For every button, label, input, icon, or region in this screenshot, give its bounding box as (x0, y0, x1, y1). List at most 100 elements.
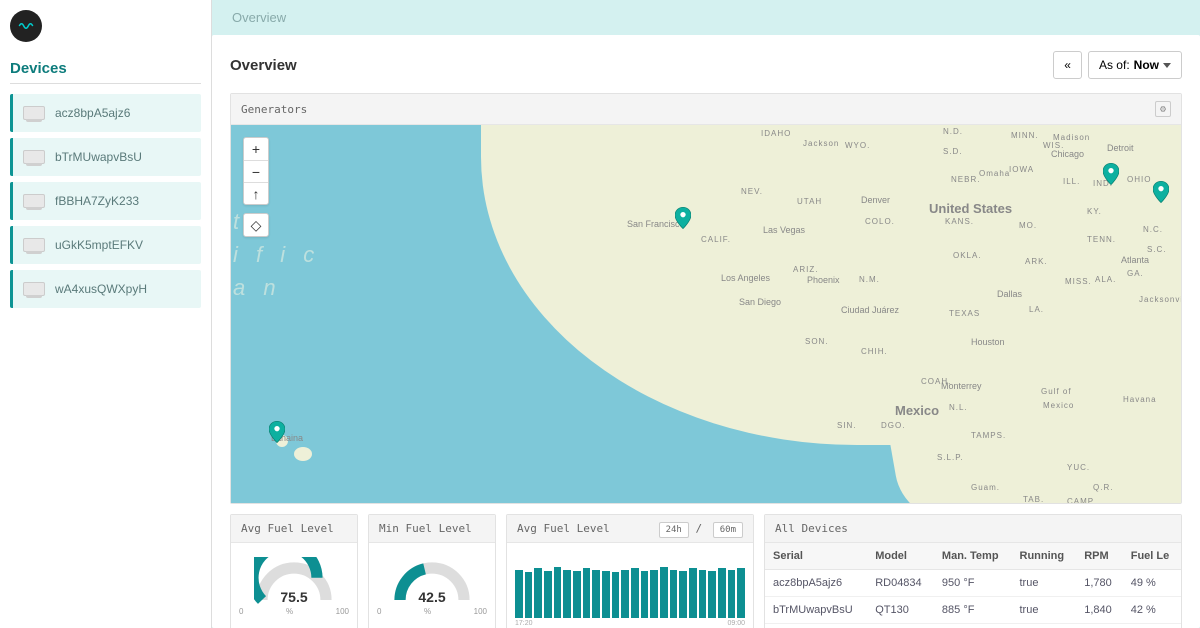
layers-button[interactable]: ◇ (243, 213, 269, 237)
range-24h-button[interactable]: 24h (659, 522, 689, 538)
breadcrumb: Overview (212, 0, 1200, 35)
bar (670, 570, 678, 618)
bar (554, 567, 562, 618)
gauge-avg-panel: Avg Fuel Level 75.5 0%100 (230, 514, 358, 628)
state-label: Havana (1123, 395, 1157, 404)
generator-icon (23, 150, 45, 164)
generator-icon (23, 238, 45, 252)
zoom-in-button[interactable]: + (244, 138, 268, 160)
state-label: KY. (1087, 207, 1102, 216)
state-label: S.D. (943, 147, 963, 156)
bar (728, 570, 736, 618)
app-logo[interactable] (10, 10, 42, 42)
state-label: COLO. (865, 217, 895, 226)
time-asof-button[interactable]: As of: Now (1088, 51, 1182, 79)
bar-chart (515, 551, 745, 618)
time-back-button[interactable]: « (1053, 51, 1082, 79)
col-header[interactable]: RPM (1076, 543, 1122, 570)
state-label: YUC. (1067, 463, 1090, 472)
state-label: SIN. (837, 421, 857, 430)
bar (573, 571, 581, 618)
sidebar-device-item[interactable]: fBBHA7ZyK233 (10, 182, 201, 220)
table-row[interactable]: bTrMUwapvBsUQT130885 °Ftrue1,84042 % (765, 597, 1181, 624)
sidebar-device-item[interactable]: acz8bpA5ajz6 (10, 94, 201, 132)
city-label: Denver (861, 195, 890, 205)
bar (544, 571, 552, 618)
device-label: uGkK5mptEFKV (55, 238, 143, 252)
bar (583, 568, 591, 618)
map-marker[interactable] (1153, 181, 1169, 203)
bar (563, 570, 571, 618)
generator-icon (23, 194, 45, 208)
bar (641, 571, 649, 618)
bar (718, 568, 726, 618)
state-label: TEXAS (949, 309, 980, 318)
city-label: Houston (971, 337, 1005, 347)
state-label: OKLA. (953, 251, 982, 260)
bar (534, 568, 542, 618)
page-title: Overview (230, 57, 297, 74)
generator-icon (23, 106, 45, 120)
sidebar-device-item[interactable]: bTrMUwapvBsU (10, 138, 201, 176)
map-marker[interactable] (1103, 163, 1119, 185)
state-label: Gulf of (1041, 387, 1072, 396)
state-label: NEV. (741, 187, 763, 196)
time-controls: « As of: Now (1053, 51, 1182, 79)
map-panel: Generators ⚙ t h i f i c a n United Stat… (230, 93, 1182, 504)
state-label: MISS. (1065, 277, 1092, 286)
sidebar-device-item[interactable]: wA4xusQWXpyH (10, 270, 201, 308)
state-label: CALIF. (701, 235, 731, 244)
country-label-mexico: Mexico (895, 403, 939, 418)
gauge-min: 42.5 (392, 557, 472, 607)
devices-table-panel: All Devices SerialModelMan. TempRunningR… (764, 514, 1182, 628)
sidebar-device-item[interactable]: uGkK5mptEFKV (10, 226, 201, 264)
col-header[interactable]: Serial (765, 543, 867, 570)
layers-icon: ◇ (244, 214, 268, 236)
state-label: GA. (1127, 269, 1144, 278)
col-header[interactable]: Man. Temp (934, 543, 1012, 570)
state-label: LA. (1029, 305, 1044, 314)
state-label: KANS. (945, 217, 974, 226)
device-label: wA4xusQWXpyH (55, 282, 147, 296)
state-label: IDAHO (761, 129, 791, 138)
col-header[interactable]: Running (1012, 543, 1077, 570)
state-label: TAMPS. (971, 431, 1006, 440)
state-label: Omaha (979, 169, 1010, 178)
main: Overview Overview « As of: Now Generator… (212, 0, 1200, 628)
state-label: OHIO (1127, 175, 1151, 184)
bar (525, 572, 533, 618)
city-label: San Diego (739, 297, 781, 307)
map[interactable]: t h i f i c a n United States Mexico San… (231, 125, 1181, 503)
table-row[interactable]: acz8bpA5ajz6RD04834950 °Ftrue1,78049 % (765, 570, 1181, 597)
bar (689, 568, 697, 618)
state-label: WIS. (1043, 141, 1064, 150)
device-label: acz8bpA5ajz6 (55, 106, 130, 120)
bar (515, 570, 523, 618)
state-label: MINN. (1011, 131, 1039, 140)
zoom-out-button[interactable]: − (244, 160, 268, 182)
state-label: Guam. (971, 483, 1000, 492)
city-label: Phoenix (807, 275, 840, 285)
state-label: MO. (1019, 221, 1037, 230)
col-header[interactable]: Model (867, 543, 934, 570)
state-label: N.D. (943, 127, 963, 136)
range-60m-button[interactable]: 60m (713, 522, 743, 538)
col-header[interactable]: Fuel Le (1123, 543, 1181, 570)
map-marker[interactable] (269, 421, 285, 443)
state-label: Jackson (803, 139, 839, 148)
reset-bearing-button[interactable]: ↑ (244, 182, 268, 204)
bar (737, 568, 745, 618)
state-label: TAB. (1023, 495, 1044, 503)
state-label: NEBR. (951, 175, 980, 184)
bar (660, 567, 668, 618)
city-label: Dallas (997, 289, 1022, 299)
gauge-avg: 75.5 (254, 557, 334, 607)
map-marker[interactable] (675, 207, 691, 229)
state-label: Q.R. (1093, 483, 1113, 492)
gear-icon[interactable]: ⚙ (1155, 101, 1171, 117)
bar (631, 568, 639, 618)
bars-panel: Avg Fuel Level 24h / 60m 17:2009:00 (506, 514, 754, 628)
state-label: SON. (805, 337, 829, 346)
state-label: Jacksonville (1139, 295, 1181, 304)
state-label: ARIZ. (793, 265, 818, 274)
